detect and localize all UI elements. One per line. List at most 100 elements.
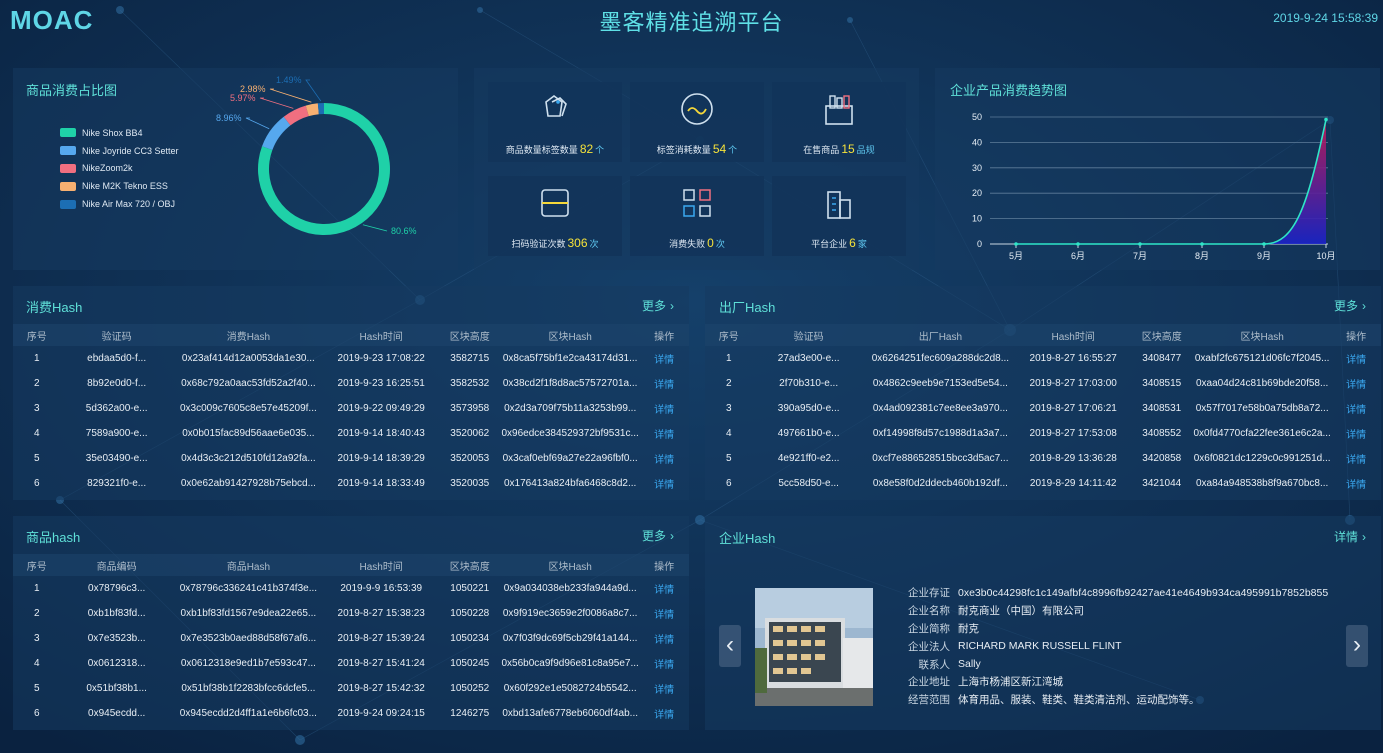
carousel-prev-button[interactable]: ‹: [719, 625, 741, 667]
table-row: 4 7589a900-e... 0x0b015fac89d56aae6e035...…: [13, 421, 689, 446]
pie-label: 1.49%: [276, 75, 302, 85]
detail-link[interactable]: 详情: [1331, 396, 1381, 421]
column-header[interactable]: 区块Hash: [1193, 324, 1332, 346]
detail-link[interactable]: 详情: [639, 701, 689, 726]
detail-link[interactable]: 详情: [639, 421, 689, 446]
table-cell: 0x23af414d12a0053da1e30...: [181, 353, 315, 364]
column-header[interactable]: 验证码: [60, 324, 173, 346]
column-header[interactable]: 商品编码: [60, 554, 173, 576]
y-tick-label: 40: [972, 137, 982, 147]
table-cell: 27ad3e00-e...: [777, 353, 840, 364]
column-header[interactable]: 操作: [639, 324, 689, 346]
trend-point[interactable]: [1014, 242, 1018, 246]
pie-label: 2.98%: [240, 84, 266, 94]
trend-point[interactable]: [1138, 242, 1142, 246]
hash-table: 序号 验证码 消费Hash Hash时间 区块高度 区块Hash 操作 1 ebdaa5d0-f…: [13, 324, 689, 496]
pie-label: 80.6%: [391, 226, 417, 236]
column-header[interactable]: 操作: [639, 554, 689, 576]
detail-link[interactable]: 详情: [1331, 371, 1381, 396]
table-row: 2 0xb1bf83fd... 0xb1bf83fd1567e9dea22e65..…: [13, 601, 689, 626]
y-tick-label: 10: [972, 214, 982, 224]
column-header[interactable]: 消费Hash: [172, 324, 324, 346]
table-cell: 1: [33, 353, 40, 364]
pie-slice[interactable]: [262, 116, 291, 151]
trend-point[interactable]: [1262, 242, 1266, 246]
column-header[interactable]: 区块高度: [438, 554, 502, 576]
table-cell: 1050245: [450, 658, 490, 669]
stat-card[interactable]: 商品数量标签数量 82 个: [488, 82, 622, 162]
detail-link[interactable]: 详情: [639, 601, 689, 626]
stat-card[interactable]: 扫码验证次数 306 次: [488, 176, 622, 256]
table-cell: 1050234: [450, 633, 490, 644]
enterprise-field: 经营范围 体育用品、服装、鞋类、鞋类清洁剂、运动配饰等。: [902, 691, 1328, 709]
column-header[interactable]: 操作: [1331, 324, 1381, 346]
table-cell: 2: [33, 608, 40, 619]
pie-slice[interactable]: [317, 103, 324, 115]
table-cell: 0x78796c3...: [88, 583, 146, 594]
table-cell: 0x4862c9eeb9e7153ed5e54...: [872, 378, 1008, 389]
table-cell: 2019-8-27 16:55:27: [1029, 353, 1117, 364]
column-header[interactable]: 区块Hash: [501, 324, 640, 346]
detail-link[interactable]: 详情: [1331, 446, 1381, 471]
table-cell: 0xf14998f8d57c1988d1a3a7...: [872, 428, 1008, 439]
detail-link[interactable]: 详情: [1331, 471, 1381, 496]
x-tick-label: 5月: [1009, 251, 1023, 261]
table-cell: 0xaa04d24c81b69bde20f58...: [1195, 378, 1329, 389]
detail-link[interactable]: 详情: [639, 651, 689, 676]
enterprise-detail-link[interactable]: 详情 ›: [1334, 528, 1366, 545]
column-header[interactable]: 序号: [13, 554, 61, 576]
stat-text: 在售商品 15 品规: [772, 142, 906, 156]
table-cell: 5: [33, 453, 40, 464]
column-header[interactable]: 序号: [13, 324, 61, 346]
column-header[interactable]: 商品Hash: [172, 554, 324, 576]
column-header[interactable]: Hash时间: [323, 324, 439, 346]
trend-point[interactable]: [1324, 117, 1328, 122]
field-key: 企业法人: [908, 640, 950, 653]
table-cell: 0x0612318e9ed1b7e593c47...: [180, 658, 316, 669]
factory-hash-more-link[interactable]: 更多 ›: [1334, 297, 1366, 314]
table-header-row: 序号 验证码 出厂Hash Hash时间 区块高度 区块Hash 操作: [705, 324, 1381, 346]
stat-label: 消费失败: [669, 239, 706, 249]
consume-fail-icon: [680, 186, 714, 220]
column-header[interactable]: 序号: [705, 324, 753, 346]
stat-card[interactable]: 在售商品 15 品规: [772, 82, 906, 162]
table-header-row: 序号 验证码 消费Hash Hash时间 区块高度 区块Hash 操作: [13, 324, 689, 346]
y-tick-label: 30: [972, 163, 982, 173]
table-row: 5 4e921ff0-e2... 0xcf7e886528515bcc3d5ac7.…: [705, 446, 1381, 471]
table-cell: 0x9f919ec3659e2f0086a8c7...: [502, 608, 638, 619]
trend-line: [1016, 119, 1327, 245]
trend-point[interactable]: [1076, 242, 1080, 246]
stat-card[interactable]: 平台企业 6 家: [772, 176, 906, 256]
column-header[interactable]: 区块Hash: [501, 554, 640, 576]
table-cell: 0xabf2fc675121d06fc7f2045...: [1194, 353, 1330, 364]
pie-leader-line: [269, 88, 312, 103]
detail-link[interactable]: 详情: [639, 346, 689, 371]
carousel-next-button[interactable]: ›: [1346, 625, 1368, 667]
column-header[interactable]: Hash时间: [1015, 324, 1131, 346]
detail-link[interactable]: 详情: [1331, 421, 1381, 446]
stat-value: 0: [707, 236, 714, 250]
detail-link[interactable]: 详情: [639, 626, 689, 651]
stat-label: 在售商品: [803, 145, 840, 155]
stat-text: 平台企业 6 家: [772, 236, 906, 250]
detail-link[interactable]: 详情: [639, 576, 689, 601]
hash-table: 序号 验证码 出厂Hash Hash时间 区块高度 区块Hash 操作 1 27ad3e00-e…: [705, 324, 1381, 496]
consume-hash-more-link[interactable]: 更多 ›: [642, 297, 674, 314]
detail-link[interactable]: 详情: [639, 471, 689, 496]
column-header[interactable]: 验证码: [752, 324, 865, 346]
stat-card[interactable]: 消费失败 0 次: [630, 176, 764, 256]
detail-link[interactable]: 详情: [639, 371, 689, 396]
column-header[interactable]: Hash时间: [323, 554, 439, 576]
detail-link[interactable]: 详情: [639, 396, 689, 421]
detail-link[interactable]: 详情: [639, 446, 689, 471]
detail-link[interactable]: 详情: [639, 676, 689, 701]
field-key: 企业名称: [908, 605, 950, 618]
trend-point[interactable]: [1200, 242, 1204, 246]
stat-card[interactable]: 标签消耗数量 54 个: [630, 82, 764, 162]
field-key: 企业地址: [908, 676, 950, 689]
column-header[interactable]: 出厂Hash: [864, 324, 1016, 346]
goods-hash-more-link[interactable]: 更多 ›: [642, 527, 674, 544]
detail-link[interactable]: 详情: [1331, 346, 1381, 371]
column-header[interactable]: 区块高度: [438, 324, 502, 346]
column-header[interactable]: 区块高度: [1130, 324, 1194, 346]
